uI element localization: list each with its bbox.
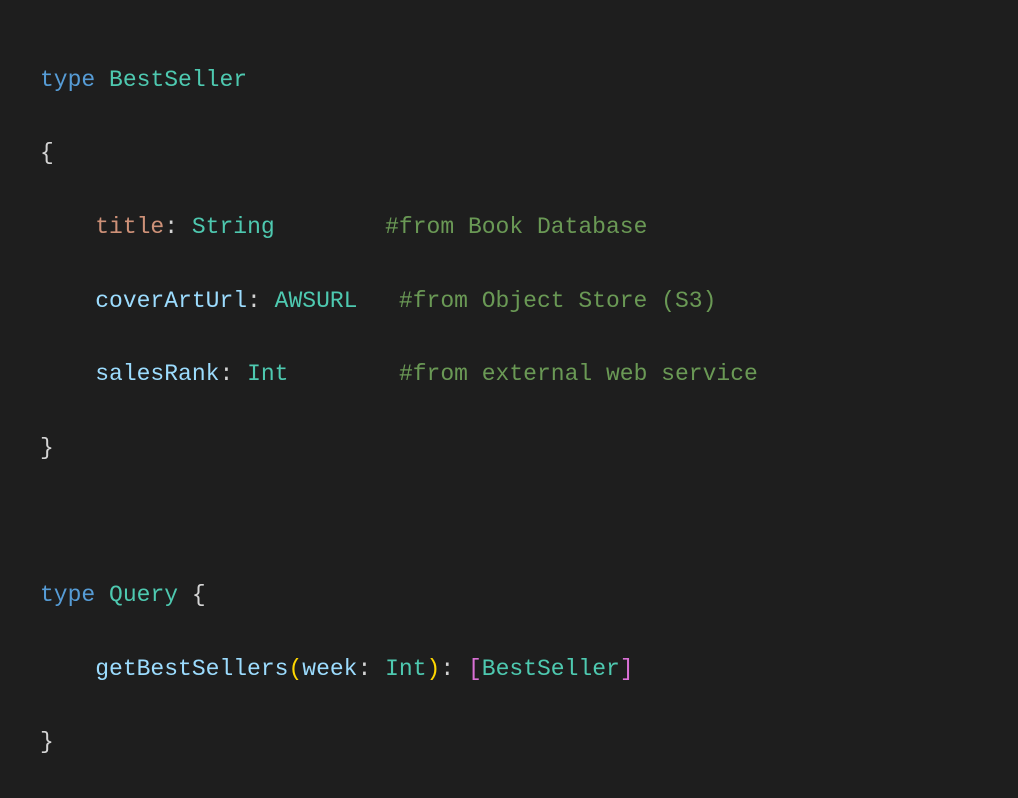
close-paren: ) — [427, 656, 441, 682]
colon: : — [219, 361, 233, 387]
close-bracket: ] — [620, 656, 634, 682]
arg-name: week — [302, 656, 357, 682]
code-line: type BestSeller — [40, 62, 978, 99]
open-brace: { — [192, 582, 206, 608]
code-line: type Query { — [40, 577, 978, 614]
blank-line — [40, 503, 978, 540]
colon: : — [440, 656, 454, 682]
comment: #from external web service — [399, 361, 758, 387]
method-name: getBestSellers — [95, 656, 288, 682]
code-line: } — [40, 430, 978, 467]
field-name: salesRank — [95, 361, 219, 387]
colon: : — [357, 656, 371, 682]
padding — [275, 214, 372, 240]
code-line: { — [40, 135, 978, 172]
return-type: BestSeller — [482, 656, 620, 682]
open-bracket: [ — [468, 656, 482, 682]
code-line: getBestSellers(week: Int): [BestSeller] — [40, 651, 978, 688]
close-brace: } — [40, 729, 54, 755]
keyword-type: type — [40, 582, 95, 608]
code-line: } — [40, 724, 978, 761]
close-brace: } — [40, 435, 54, 461]
type-name: BestSeller — [109, 67, 247, 93]
code-block: type BestSeller { title: String #from Bo… — [40, 25, 978, 798]
code-line: title: String #from Book Database — [40, 209, 978, 246]
field-type: AWSURL — [275, 288, 358, 314]
padding — [289, 361, 386, 387]
field-type: Int — [247, 361, 288, 387]
field-name: coverArtUrl — [95, 288, 247, 314]
padding — [358, 288, 386, 314]
comment: #from Book Database — [385, 214, 647, 240]
arg-type: Int — [385, 656, 426, 682]
code-line: salesRank: Int #from external web servic… — [40, 356, 978, 393]
open-brace: { — [40, 140, 54, 166]
field-type: String — [192, 214, 275, 240]
comment: #from Object Store (S3) — [399, 288, 716, 314]
open-paren: ( — [288, 656, 302, 682]
code-line: coverArtUrl: AWSURL #from Object Store (… — [40, 283, 978, 320]
colon: : — [247, 288, 261, 314]
type-name: Query — [109, 582, 178, 608]
keyword-type: type — [40, 67, 95, 93]
colon: : — [164, 214, 178, 240]
field-name: title — [95, 214, 164, 240]
